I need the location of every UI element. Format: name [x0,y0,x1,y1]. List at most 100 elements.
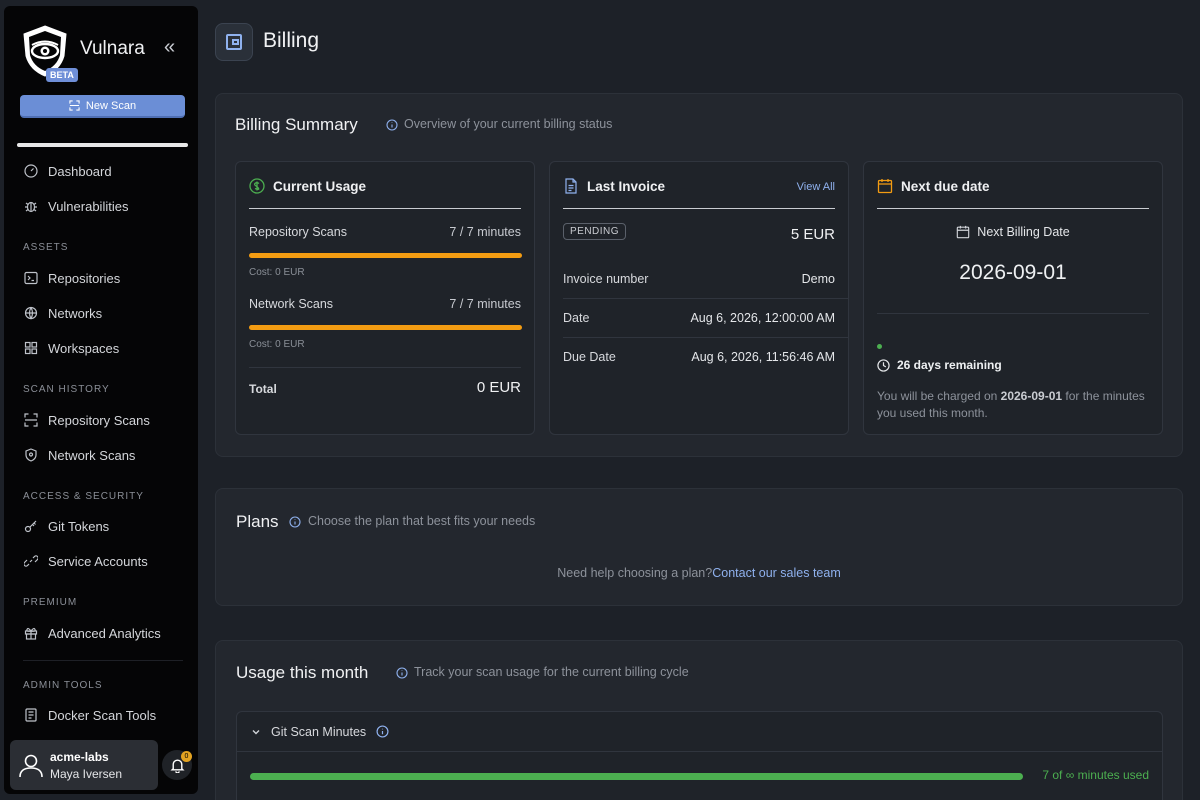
calendar-icon [957,225,970,239]
contact-sales-link[interactable]: Contact our sales team [712,566,841,580]
usage-title: Usage this month [236,663,369,682]
repo-scans-value: 7 / 7 minutes [449,225,521,239]
network-icon [24,306,38,320]
invoice-date-value: Aug 6, 2026, 12:00:00 AM [690,311,835,325]
next-due-date-card: Next due date Next Billing Date 2026-09-… [863,161,1163,435]
due-divider [877,313,1149,314]
sidebar-item-docker-scan-tools[interactable]: Docker Scan Tools [24,705,156,725]
invoice-status-badge: PENDING [563,223,627,240]
charge-notice-date: 2026-09-01 [1000,389,1063,403]
invoice-date-label: Date [563,311,590,325]
chevron-down-icon [252,729,260,734]
sidebar-item-advanced-analytics[interactable]: Advanced Analytics [24,623,161,643]
usage-panel: Usage this month Track your scan usage f… [215,640,1183,800]
sidebar-item-label: Repository Scans [48,412,150,428]
sidebar-item-label: Git Tokens [48,518,110,534]
plans-help: Need help choosing a plan?Contact our sa… [216,566,1182,580]
shield-icon [25,448,37,462]
gift-icon [24,627,38,640]
invoice-row-divider [563,337,848,338]
plans-help-text: Need help choosing a plan? [557,566,713,580]
gauge-icon [24,164,38,178]
key-icon [24,520,37,533]
sidebar-item-label: Vulnerabilities [48,198,129,214]
collapse-sidebar-icon[interactable]: « [164,36,175,59]
last-invoice-header: Last Invoice [563,178,665,194]
card-divider [877,208,1149,209]
sidebar-item-git-tokens[interactable]: Git Tokens [24,516,109,536]
sidebar-item-label: Service Accounts [48,553,148,569]
beta-badge: BETA [46,68,78,82]
user-card[interactable]: acme-labs Maya Iversen [10,740,158,790]
info-icon[interactable] [376,725,389,738]
info-icon[interactable] [396,667,408,679]
current-usage-title: Current Usage [273,178,367,194]
new-scan-button[interactable]: New Scan [20,95,185,118]
section-label-access-security: ACCESS & SECURITY [23,491,144,502]
total-label: Total [249,382,277,396]
sidebar-item-network-scans[interactable]: Network Scans [24,445,135,465]
billing-summary-title: Billing Summary [235,115,358,134]
view-all-invoices-link[interactable]: View All [797,181,835,193]
invoice-number-label: Invoice number [563,272,649,286]
user-avatar-icon [19,754,43,778]
card-divider [563,208,835,209]
new-scan-label: New Scan [85,99,137,112]
network-scans-progress-bar [249,325,522,330]
sidebar-item-vulnerabilities[interactable]: Vulnerabilities [24,196,128,216]
sidebar-item-label: Network Scans [48,447,136,463]
next-billing-date: 2026-09-01 [959,261,1067,284]
total-divider [249,367,521,368]
last-invoice-title: Last Invoice [587,178,666,194]
plans-panel: Plans Choose the plan that best fits you… [215,488,1183,606]
git-scan-accordion: Git Scan Minutes 7 of ∞ minutes used [236,711,1163,800]
invoice-amount: 5 EUR [790,226,835,243]
sidebar: BETA Vulnara « New Scan Dashboard Vulner… [4,6,198,794]
next-due-title: Next due date [901,178,990,194]
git-scan-label: Git Scan Minutes [271,724,367,739]
sidebar-item-repositories[interactable]: Repositories [24,268,120,288]
terminal-icon [24,271,38,285]
calendar-icon [877,179,893,194]
sidebar-item-label: Docker Scan Tools [48,707,157,723]
repo-scans-label: Repository Scans [249,225,347,239]
grid-icon [24,341,38,355]
card-divider [249,208,521,209]
sidebar-item-repository-scans[interactable]: Repository Scans [24,410,150,430]
scan-icon [69,100,80,111]
next-billing-label: Next Billing Date [977,225,1070,239]
network-scans-label: Network Scans [249,297,334,311]
section-label-premium: PREMIUM [23,597,78,608]
billing-summary-subtitle: Overview of your current billing status [404,117,613,131]
sidebar-item-service-accounts[interactable]: Service Accounts [24,551,148,571]
invoice-due-date-label: Due Date [563,350,616,364]
document-icon [25,708,37,722]
current-usage-header: Current Usage [249,178,366,194]
invoice-document-icon [565,178,577,194]
sidebar-item-label: Repositories [48,270,121,286]
usage-subtitle: Track your scan usage for the current bi… [414,665,689,679]
current-usage-card: Current Usage Repository Scans 7 / 7 min… [235,161,535,435]
git-scan-used-text: 7 of ∞ minutes used [1042,768,1149,782]
invoice-number-value: Demo [801,272,835,286]
brand[interactable]: BETA Vulnara « [20,24,190,86]
last-invoice-card: Last Invoice View All PENDING 5 EUR Invo… [549,161,849,435]
sidebar-item-dashboard[interactable]: Dashboard [24,161,112,181]
sidebar-item-label: Dashboard [48,163,112,179]
info-icon[interactable] [289,516,301,528]
network-scans-cost: Cost: 0 EUR [249,339,305,350]
bug-icon [25,201,37,213]
sidebar-item-workspaces[interactable]: Workspaces [24,338,119,358]
info-icon[interactable] [386,119,398,131]
next-billing-label-row: Next Billing Date [864,225,1162,239]
git-scan-accordion-header[interactable]: Git Scan Minutes [237,712,1162,752]
sidebar-item-label: Advanced Analytics [48,625,161,641]
sidebar-item-networks[interactable]: Networks [24,303,102,323]
invoice-row-divider [563,298,848,299]
status-dot [877,344,882,349]
dollar-circle-icon [249,178,265,194]
total-value: 0 EUR [476,379,521,396]
charge-notice-prefix: You will be charged on [877,389,1001,403]
notifications-button[interactable]: 0 [162,750,192,780]
repo-scans-progress-bar [249,253,522,258]
